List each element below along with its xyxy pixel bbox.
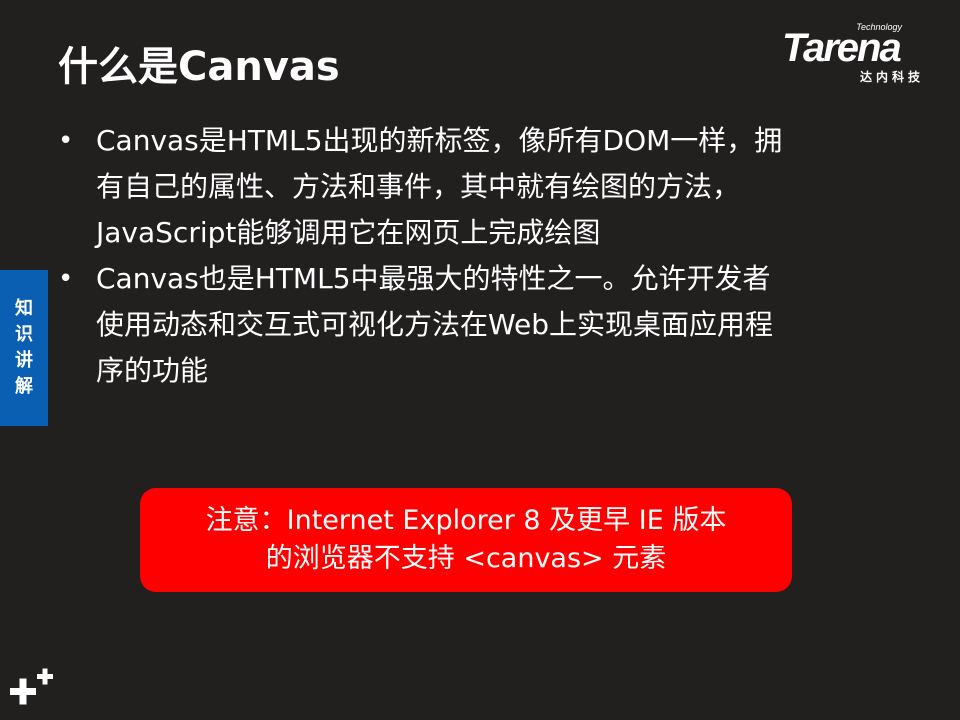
bullet-item: • Canvas也是HTML5中最强大的特性之一。允许开发者 使用动态和交互式可… [56, 256, 896, 394]
bullet-line: 序的功能 [96, 354, 209, 387]
bullet-line: JavaScript能够调用它在网页上完成绘图 [96, 216, 601, 249]
bullet-line: 有自己的属性、方法和事件，其中就有绘图的方法， [96, 170, 741, 203]
side-tab-char: 识 [15, 324, 33, 345]
knowledge-tab: 知 识 讲 解 [0, 270, 48, 426]
bullet-marker: • [58, 264, 74, 294]
plus-icon [10, 668, 53, 705]
tarena-logo: Technology Tarena 达内科技 [780, 22, 946, 84]
note-callout: 注意：Internet Explorer 8 及更早 IE 版本 的浏览器不支持… [140, 488, 792, 592]
side-tab-char: 知 [15, 298, 33, 319]
bullet-marker: • [58, 126, 74, 156]
bullet-list: • Canvas是HTML5出现的新标签，像所有DOM一样，拥 有自己的属性、方… [56, 118, 896, 394]
logo-subtitle: 达内科技 [859, 70, 924, 84]
note-line: 注意：Internet Explorer 8 及更早 IE 版本 [205, 505, 727, 536]
logo-brand-text: Tarena [782, 26, 902, 70]
bullet-line: Canvas也是HTML5中最强大的特性之一。允许开发者 [96, 262, 771, 295]
slide-title: 什么是Canvas [58, 44, 340, 90]
side-tab-char: 解 [15, 376, 33, 397]
bullet-item: • Canvas是HTML5出现的新标签，像所有DOM一样，拥 有自己的属性、方… [56, 118, 896, 256]
note-line: 的浏览器不支持 <canvas> 元素 [265, 543, 667, 574]
bullet-line: 使用动态和交互式可视化方法在Web上实现桌面应用程 [96, 308, 774, 341]
side-tab-char: 讲 [15, 350, 33, 371]
bullet-line: Canvas是HTML5出现的新标签，像所有DOM一样，拥 [96, 124, 783, 157]
